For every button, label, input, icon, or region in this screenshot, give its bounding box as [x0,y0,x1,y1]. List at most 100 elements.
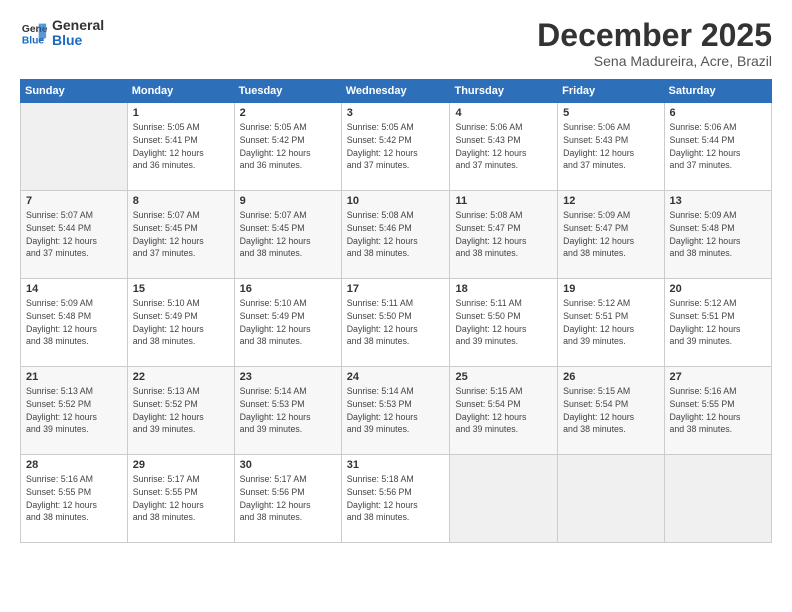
day-info: Sunrise: 5:14 AMSunset: 5:53 PMDaylight:… [240,385,336,436]
table-row: 7 Sunrise: 5:07 AMSunset: 5:44 PMDayligh… [21,191,128,279]
day-number: 17 [347,283,445,295]
table-row: 12 Sunrise: 5:09 AMSunset: 5:47 PMDaylig… [558,191,664,279]
table-row: 30 Sunrise: 5:17 AMSunset: 5:56 PMDaylig… [234,455,341,543]
header-wednesday: Wednesday [341,80,450,103]
table-row: 25 Sunrise: 5:15 AMSunset: 5:54 PMDaylig… [450,367,558,455]
calendar-table: Sunday Monday Tuesday Wednesday Thursday… [20,79,772,543]
header-thursday: Thursday [450,80,558,103]
table-row: 18 Sunrise: 5:11 AMSunset: 5:50 PMDaylig… [450,279,558,367]
day-info: Sunrise: 5:17 AMSunset: 5:55 PMDaylight:… [133,473,229,524]
logo-icon: General Blue [20,19,48,47]
table-row: 22 Sunrise: 5:13 AMSunset: 5:52 PMDaylig… [127,367,234,455]
day-info: Sunrise: 5:11 AMSunset: 5:50 PMDaylight:… [347,297,445,348]
day-info: Sunrise: 5:09 AMSunset: 5:48 PMDaylight:… [670,209,766,260]
table-row: 4 Sunrise: 5:06 AMSunset: 5:43 PMDayligh… [450,103,558,191]
day-info: Sunrise: 5:13 AMSunset: 5:52 PMDaylight:… [133,385,229,436]
day-number: 14 [26,283,122,295]
month-title: December 2025 [537,18,772,53]
day-number: 24 [347,371,445,383]
day-number: 8 [133,195,229,207]
day-info: Sunrise: 5:14 AMSunset: 5:53 PMDaylight:… [347,385,445,436]
day-number: 4 [455,107,552,119]
day-number: 2 [240,107,336,119]
day-number: 21 [26,371,122,383]
table-row: 19 Sunrise: 5:12 AMSunset: 5:51 PMDaylig… [558,279,664,367]
day-number: 13 [670,195,766,207]
logo-text-blue: Blue [52,33,104,48]
table-row: 2 Sunrise: 5:05 AMSunset: 5:42 PMDayligh… [234,103,341,191]
table-row: 27 Sunrise: 5:16 AMSunset: 5:55 PMDaylig… [664,367,771,455]
table-row: 15 Sunrise: 5:10 AMSunset: 5:49 PMDaylig… [127,279,234,367]
table-row: 24 Sunrise: 5:14 AMSunset: 5:53 PMDaylig… [341,367,450,455]
day-number: 28 [26,459,122,471]
calendar-week-row: 21 Sunrise: 5:13 AMSunset: 5:52 PMDaylig… [21,367,772,455]
page-header: General Blue General Blue December 2025 … [20,18,772,69]
day-info: Sunrise: 5:07 AMSunset: 5:45 PMDaylight:… [133,209,229,260]
table-row: 29 Sunrise: 5:17 AMSunset: 5:55 PMDaylig… [127,455,234,543]
table-row: 14 Sunrise: 5:09 AMSunset: 5:48 PMDaylig… [21,279,128,367]
logo-text-general: General [52,18,104,33]
day-info: Sunrise: 5:09 AMSunset: 5:48 PMDaylight:… [26,297,122,348]
table-row [21,103,128,191]
day-info: Sunrise: 5:15 AMSunset: 5:54 PMDaylight:… [455,385,552,436]
calendar-week-row: 7 Sunrise: 5:07 AMSunset: 5:44 PMDayligh… [21,191,772,279]
table-row: 21 Sunrise: 5:13 AMSunset: 5:52 PMDaylig… [21,367,128,455]
table-row: 20 Sunrise: 5:12 AMSunset: 5:51 PMDaylig… [664,279,771,367]
logo: General Blue General Blue [20,18,104,49]
day-number: 7 [26,195,122,207]
day-info: Sunrise: 5:17 AMSunset: 5:56 PMDaylight:… [240,473,336,524]
day-info: Sunrise: 5:16 AMSunset: 5:55 PMDaylight:… [26,473,122,524]
table-row: 17 Sunrise: 5:11 AMSunset: 5:50 PMDaylig… [341,279,450,367]
day-info: Sunrise: 5:05 AMSunset: 5:42 PMDaylight:… [347,121,445,172]
day-info: Sunrise: 5:11 AMSunset: 5:50 PMDaylight:… [455,297,552,348]
day-info: Sunrise: 5:16 AMSunset: 5:55 PMDaylight:… [670,385,766,436]
table-row: 10 Sunrise: 5:08 AMSunset: 5:46 PMDaylig… [341,191,450,279]
day-info: Sunrise: 5:13 AMSunset: 5:52 PMDaylight:… [26,385,122,436]
table-row: 8 Sunrise: 5:07 AMSunset: 5:45 PMDayligh… [127,191,234,279]
day-number: 11 [455,195,552,207]
day-info: Sunrise: 5:12 AMSunset: 5:51 PMDaylight:… [670,297,766,348]
day-number: 18 [455,283,552,295]
day-info: Sunrise: 5:05 AMSunset: 5:42 PMDaylight:… [240,121,336,172]
day-info: Sunrise: 5:12 AMSunset: 5:51 PMDaylight:… [563,297,658,348]
table-row [664,455,771,543]
day-info: Sunrise: 5:08 AMSunset: 5:46 PMDaylight:… [347,209,445,260]
table-row: 5 Sunrise: 5:06 AMSunset: 5:43 PMDayligh… [558,103,664,191]
calendar-week-row: 28 Sunrise: 5:16 AMSunset: 5:55 PMDaylig… [21,455,772,543]
day-info: Sunrise: 5:07 AMSunset: 5:44 PMDaylight:… [26,209,122,260]
day-number: 22 [133,371,229,383]
day-number: 19 [563,283,658,295]
table-row: 6 Sunrise: 5:06 AMSunset: 5:44 PMDayligh… [664,103,771,191]
day-info: Sunrise: 5:10 AMSunset: 5:49 PMDaylight:… [240,297,336,348]
header-friday: Friday [558,80,664,103]
day-info: Sunrise: 5:08 AMSunset: 5:47 PMDaylight:… [455,209,552,260]
day-info: Sunrise: 5:07 AMSunset: 5:45 PMDaylight:… [240,209,336,260]
header-sunday: Sunday [21,80,128,103]
table-row: 23 Sunrise: 5:14 AMSunset: 5:53 PMDaylig… [234,367,341,455]
day-number: 23 [240,371,336,383]
day-number: 30 [240,459,336,471]
day-number: 9 [240,195,336,207]
day-number: 16 [240,283,336,295]
table-row: 13 Sunrise: 5:09 AMSunset: 5:48 PMDaylig… [664,191,771,279]
title-block: December 2025 Sena Madureira, Acre, Braz… [537,18,772,69]
day-info: Sunrise: 5:09 AMSunset: 5:47 PMDaylight:… [563,209,658,260]
calendar-week-row: 1 Sunrise: 5:05 AMSunset: 5:41 PMDayligh… [21,103,772,191]
table-row: 26 Sunrise: 5:15 AMSunset: 5:54 PMDaylig… [558,367,664,455]
table-row: 9 Sunrise: 5:07 AMSunset: 5:45 PMDayligh… [234,191,341,279]
day-number: 12 [563,195,658,207]
day-info: Sunrise: 5:06 AMSunset: 5:43 PMDaylight:… [563,121,658,172]
day-info: Sunrise: 5:18 AMSunset: 5:56 PMDaylight:… [347,473,445,524]
table-row: 11 Sunrise: 5:08 AMSunset: 5:47 PMDaylig… [450,191,558,279]
day-number: 29 [133,459,229,471]
calendar-week-row: 14 Sunrise: 5:09 AMSunset: 5:48 PMDaylig… [21,279,772,367]
table-row: 16 Sunrise: 5:10 AMSunset: 5:49 PMDaylig… [234,279,341,367]
day-number: 15 [133,283,229,295]
header-monday: Monday [127,80,234,103]
day-number: 5 [563,107,658,119]
day-number: 20 [670,283,766,295]
day-number: 6 [670,107,766,119]
day-number: 1 [133,107,229,119]
day-number: 10 [347,195,445,207]
day-number: 26 [563,371,658,383]
